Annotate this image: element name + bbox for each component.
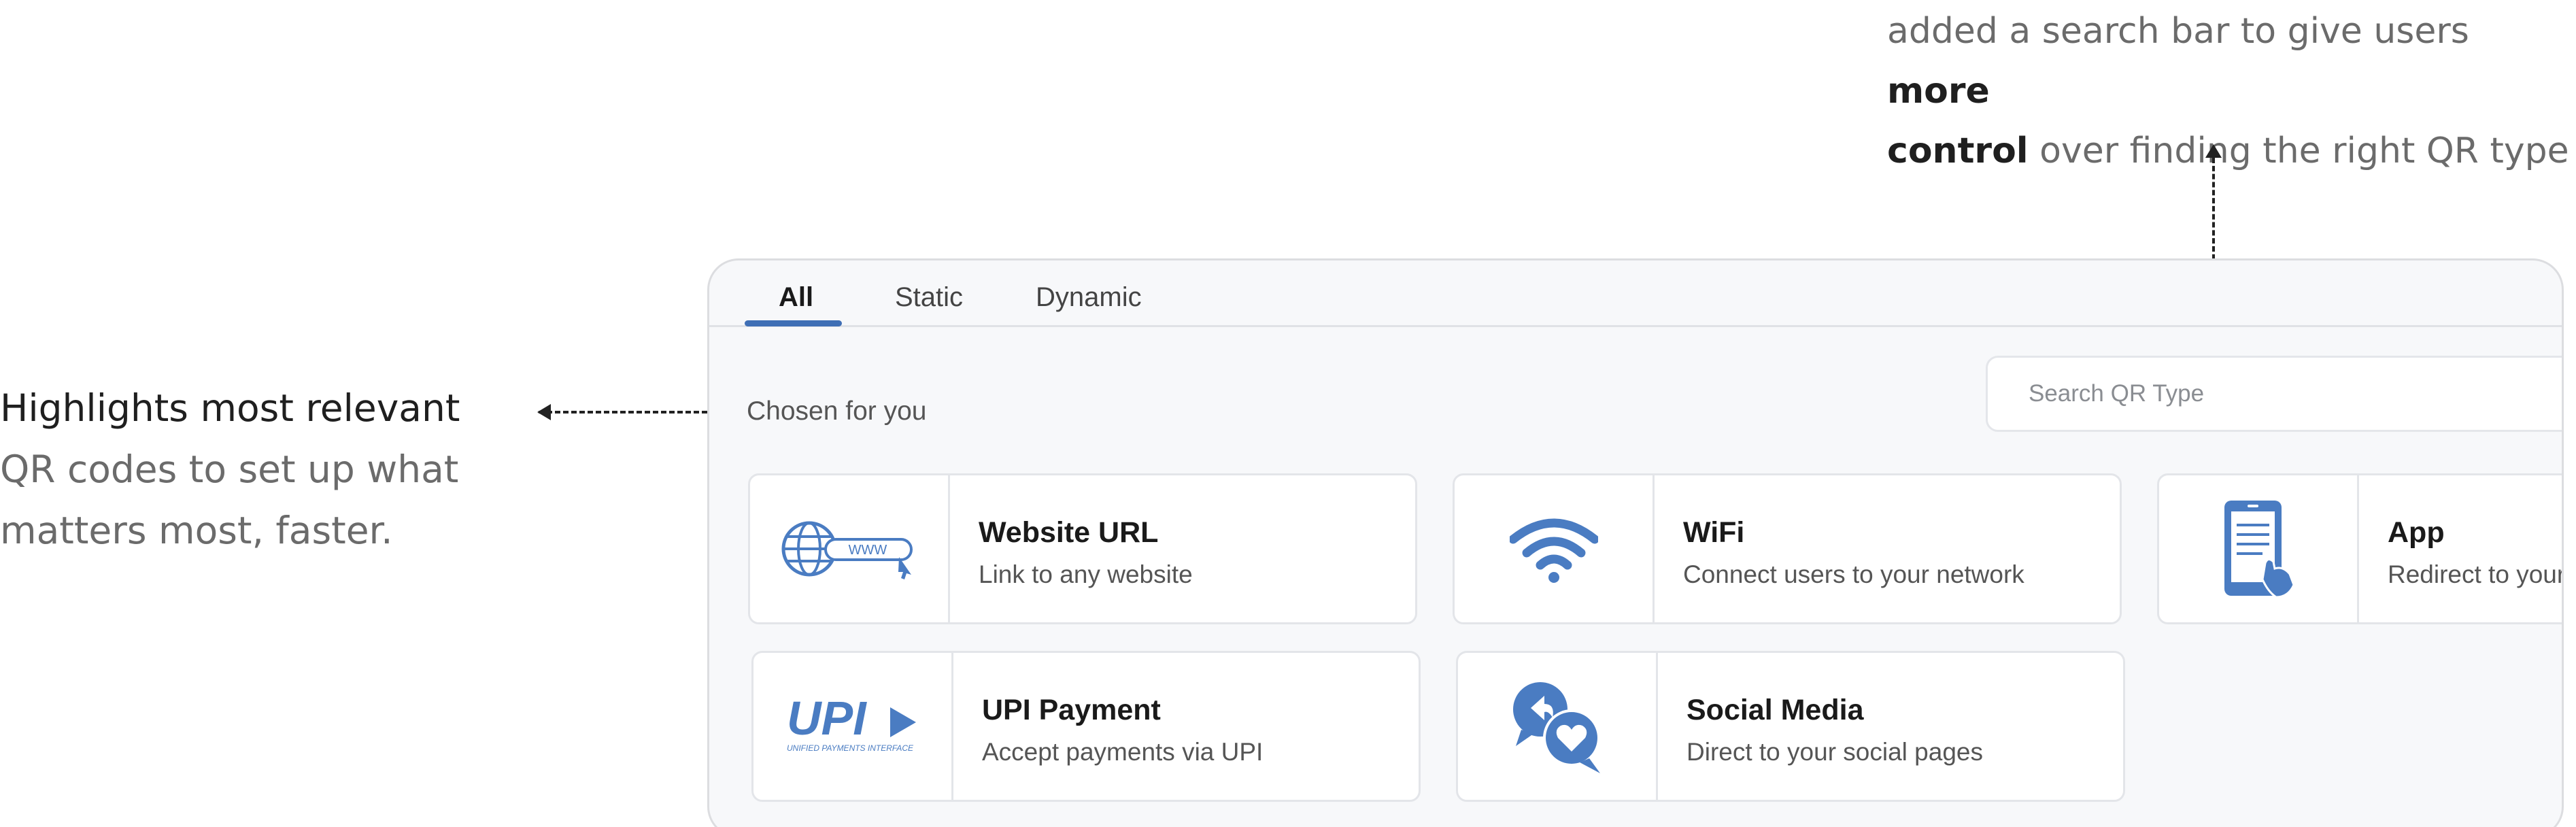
right-annotation: added a search bar to give users more co…	[1887, 1, 2574, 181]
tab-dynamic[interactable]: Dynamic	[1036, 282, 1142, 313]
qr-type-panel: All Static Dynamic Chosen for you WWW We…	[707, 258, 2564, 827]
card-title: UPI Payment	[982, 694, 1161, 726]
card-description: Accept payments via UPI	[982, 738, 1264, 766]
card-wifi[interactable]: WiFi Connect users to your network	[1453, 473, 2122, 624]
card-description: Direct to your social pages	[1687, 738, 1983, 766]
tab-all[interactable]: All	[779, 282, 813, 313]
card-icon-box	[1455, 475, 1655, 622]
arrow-up-head-icon	[2205, 144, 2222, 158]
upi-logo-icon: UPI UNIFIED PAYMENTS INTERFACE	[787, 692, 916, 753]
card-title: App	[2388, 516, 2445, 549]
card-social-media[interactable]: Social Media Direct to your social pages	[1456, 651, 2125, 802]
card-title: Website URL	[979, 516, 1159, 549]
card-description: Connect users to your network	[1683, 560, 2024, 588]
tab-static[interactable]: Static	[895, 282, 963, 313]
left-annotation-heading: Highlights most relevant	[0, 386, 460, 430]
card-website-url[interactable]: WWW Website URL Link to any website	[748, 473, 1417, 624]
right-annotation-text2: over finding the right QR type	[2028, 131, 2569, 171]
left-annotation-line2: QR codes to set up what	[0, 448, 459, 491]
card-description: Link to any website	[979, 560, 1193, 588]
tab-bar: All Static Dynamic	[709, 260, 2562, 327]
right-annotation-strong1: more	[1887, 71, 1990, 112]
social-media-icon	[1512, 682, 1600, 773]
card-description: Redirect to your	[2388, 560, 2564, 588]
active-tab-indicator	[745, 320, 842, 326]
section-title: Chosen for you	[747, 396, 927, 426]
phone-app-icon	[2224, 501, 2295, 598]
dashed-arrow-left	[539, 411, 715, 414]
search-input[interactable]	[1986, 356, 2562, 432]
right-annotation-text1: added a search bar to give users	[1887, 11, 2469, 52]
globe-www-icon: WWW	[781, 521, 913, 579]
card-icon-box: WWW	[750, 475, 950, 622]
www-icon-text: WWW	[848, 543, 887, 558]
card-title: WiFi	[1683, 516, 1745, 549]
card-icon-box: UPI UNIFIED PAYMENTS INTERFACE	[753, 653, 953, 800]
card-title: Social Media	[1687, 694, 1864, 726]
left-annotation: Highlights most relevant QR codes to set…	[0, 377, 517, 561]
upi-logo-subtext: UNIFIED PAYMENTS INTERFACE	[787, 743, 914, 753]
right-annotation-strong2: control	[1887, 131, 2029, 171]
card-upi-payment[interactable]: UPI UNIFIED PAYMENTS INTERFACE UPI Payme…	[751, 651, 1421, 802]
card-app[interactable]: App Redirect to your	[2157, 473, 2564, 624]
upi-logo-text: UPI	[787, 692, 867, 745]
card-icon-box	[1458, 653, 1658, 800]
wifi-icon	[1509, 518, 1598, 583]
left-annotation-line3: matters most, faster.	[0, 509, 393, 552]
card-icon-box	[2159, 475, 2359, 622]
